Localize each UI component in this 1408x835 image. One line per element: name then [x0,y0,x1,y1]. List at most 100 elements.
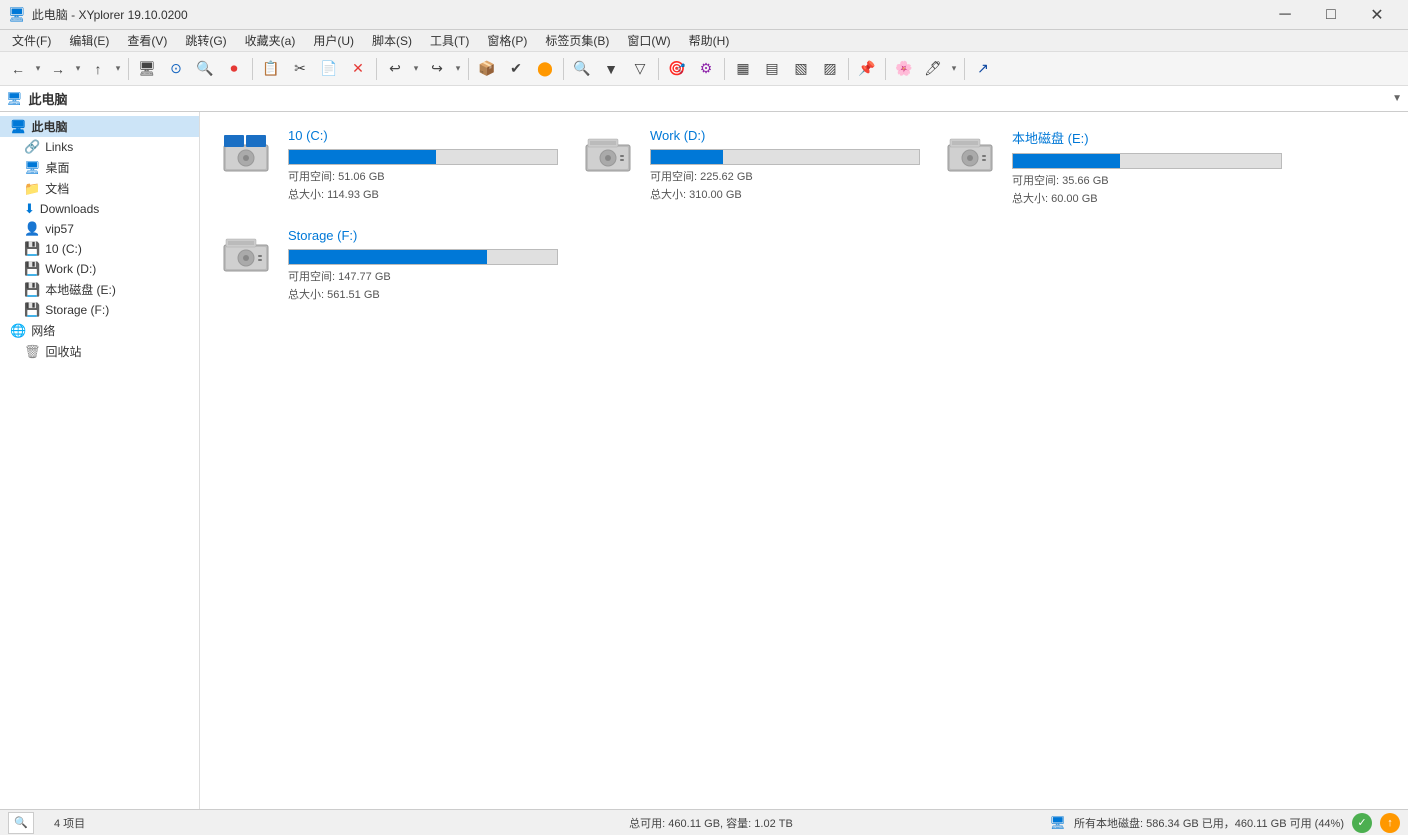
sep3 [376,58,377,80]
drive-bar-fill-drive-f [289,250,487,264]
refresh-button[interactable]: 🔍 [191,55,219,83]
undo-button[interactable]: ↩ [381,55,409,83]
sidebar-item-recycle[interactable]: 🗑回收站 [0,341,199,362]
sep10 [964,58,965,80]
sep9 [885,58,886,80]
forward-button[interactable]: → [44,55,72,83]
grid2-button[interactable]: ▤ [758,55,786,83]
statusbar-disk-info: 所有本地磁盘: 586.34 GB 已用，460.11 GB 可用 (44%) [1074,815,1344,831]
home-button[interactable]: ⊙ [162,55,190,83]
main-layout: 🖥此电脑🔗Links🖥桌面📁文档⬇Downloads👤vip57💾10 (C:)… [0,112,1408,809]
sidebar-item-network[interactable]: 🌐 网络 [0,320,199,341]
circle-button[interactable]: ⬤ [531,55,559,83]
address-path: 此电脑 [29,89,68,108]
menu-item-e[interactable]: 编辑(E) [61,30,117,51]
menu-item-h[interactable]: 帮助(H) [681,30,738,51]
search-button[interactable]: 🔍 [568,55,596,83]
copy-button[interactable]: 📋 [257,55,285,83]
sep1 [128,58,129,80]
sidebar-icon-network: 🌐 [10,323,26,339]
address-dropdown[interactable]: ▼ [1392,93,1402,104]
sidebar-item-desktop[interactable]: 🖥桌面 [0,157,199,178]
pack-button[interactable]: 📦 [473,55,501,83]
drive-info-drive-f: Storage (F:)可用空间: 147.77 GB总大小: 561.51 G… [288,228,558,304]
drive-stat-drive-e: 可用空间: 35.66 GB总大小: 60.00 GB [1012,173,1282,208]
titlebar: 🖥 此电脑 - XYplorer 19.10.0200 ─ □ ✕ [0,0,1408,30]
sidebar-label-this-pc-header: 此电脑 [32,118,68,135]
cursor-button[interactable]: ↗ [969,55,997,83]
sidebar-item-vip57[interactable]: 👤vip57 [0,219,199,239]
status-ok-badge: ✓ [1352,813,1372,833]
sep8 [848,58,849,80]
grid1-button[interactable]: ▦ [729,55,757,83]
cut-button[interactable]: ✂ [286,55,314,83]
drive-name-drive-f[interactable]: Storage (F:) [288,228,558,243]
sidebar-item-drive-f[interactable]: 💾Storage (F:) [0,300,199,320]
forward-dropdown[interactable]: ▾ [72,55,84,83]
redo-button[interactable]: ↪ [423,55,451,83]
delete-button[interactable]: ✕ [344,55,372,83]
menu-item-s[interactable]: 脚本(S) [364,30,420,51]
menu-item-t[interactable]: 工具(T) [422,30,477,51]
minimize-button[interactable]: ─ [1262,0,1308,30]
sidebar-label-drive-c: 10 (C:) [45,242,82,256]
menu-item-g[interactable]: 跳转(G) [177,30,234,51]
menu-item-p[interactable]: 窗格(P) [479,30,535,51]
toolbar: ← ▾ → ▾ ↑ ▾ 🖥 ⊙ 🔍 ⏺ 📋 ✂ 📄 ✕ ↩ ▾ ↪ ▾ 📦 ✔ … [0,52,1408,86]
sidebar-icon-recycle: 🗑 [24,344,41,360]
sidebar-item-drive-c[interactable]: 💾10 (C:) [0,239,199,259]
menu-item-w[interactable]: 窗口(W) [619,30,678,51]
sidebar-item-documents[interactable]: 📁文档 [0,178,199,199]
sidebar-label-links: Links [45,140,73,154]
sidebar-item-downloads[interactable]: ⬇Downloads [0,199,199,219]
sidebar-icon-drive-e: 💾 [24,282,40,298]
drive-bar-bg-drive-c [288,149,558,165]
drive-name-drive-e[interactable]: 本地磁盘 (E:) [1012,128,1282,147]
sidebar-label-drive-f: Storage (F:) [45,303,109,317]
up-button[interactable]: ↑ [84,55,112,83]
menu-item-u[interactable]: 用户(U) [305,30,362,51]
sidebar-item-this-pc-header[interactable]: 🖥此电脑 [0,116,199,137]
maximize-button[interactable]: □ [1308,0,1354,30]
back-button[interactable]: ← [4,55,32,83]
undo-dropdown[interactable]: ▾ [410,55,422,83]
window-title: 此电脑 - XYplorer 19.10.0200 [32,6,188,23]
up-dropdown[interactable]: ▾ [112,55,124,83]
drive-card-drive-e: 本地磁盘 (E:) 可用空间: 35.66 GB总大小: 60.00 GB [940,128,1282,208]
drive-name-drive-c[interactable]: 10 (C:) [288,128,558,143]
drive-name-drive-d[interactable]: Work (D:) [650,128,920,143]
sidebar-item-drive-e[interactable]: 💾本地磁盘 (E:) [0,279,199,300]
menu-item-v[interactable]: 查看(V) [119,30,175,51]
search-bar[interactable]: 🔍 [8,812,34,834]
filter-button[interactable]: ▼ [597,55,625,83]
flower-button[interactable]: 🌸 [890,55,918,83]
menu-item-b[interactable]: 标签页集(B) [537,30,617,51]
sidebar-label-vip57: vip57 [45,222,74,236]
sep7 [724,58,725,80]
menu-item-f[interactable]: 文件(F) [4,30,59,51]
pin-button[interactable]: 📌 [853,55,881,83]
drive-image-drive-f [216,228,276,278]
sidebar-item-links[interactable]: 🔗Links [0,137,199,157]
paste-button[interactable]: 📄 [315,55,343,83]
check-button[interactable]: ✔ [502,55,530,83]
sidebar-item-drive-d[interactable]: 💾Work (D:) [0,259,199,279]
grid3-button[interactable]: ▧ [787,55,815,83]
sidebar-icon-downloads: ⬇ [24,201,35,217]
redo-dropdown[interactable]: ▾ [452,55,464,83]
computer-button[interactable]: 🖥 [133,55,161,83]
edit-button[interactable]: 🖊 [919,55,947,83]
sidebar-label-network: 网络 [31,322,55,339]
menubar: 文件(F)编辑(E)查看(V)跳转(G)收藏夹(a)用户(U)脚本(S)工具(T… [0,30,1408,52]
record-button[interactable]: ⏺ [220,55,248,83]
sidebar-label-documents: 文档 [45,180,69,197]
close-button[interactable]: ✕ [1354,0,1400,30]
grid4-button[interactable]: ▨ [816,55,844,83]
back-dropdown[interactable]: ▾ [32,55,44,83]
filter2-button[interactable]: ▽ [626,55,654,83]
menu-item-a[interactable]: 收藏夹(a) [237,30,304,51]
drive-bar-bg-drive-e [1012,153,1282,169]
edit-dropdown[interactable]: ▾ [948,55,960,83]
gear-button[interactable]: ⚙ [692,55,720,83]
target-button[interactable]: 🎯 [663,55,691,83]
